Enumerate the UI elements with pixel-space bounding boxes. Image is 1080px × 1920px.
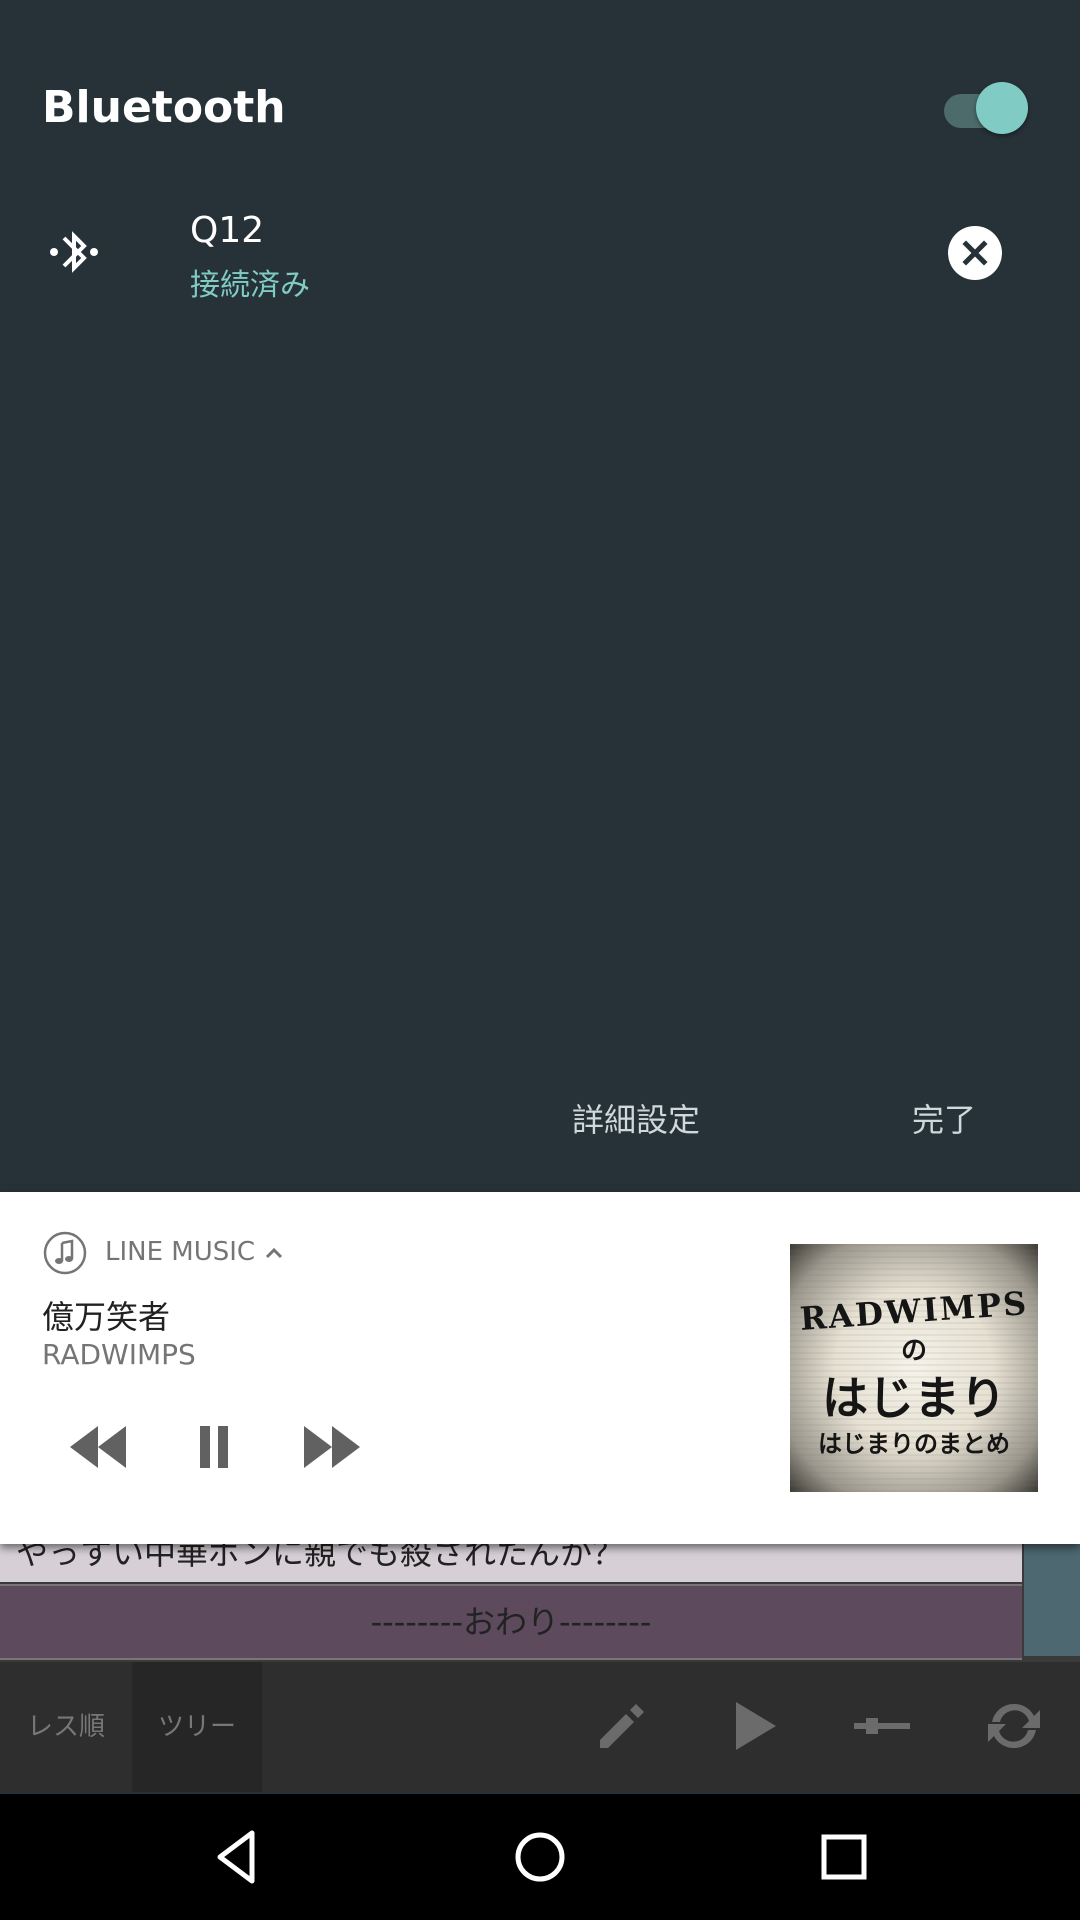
side-bar-indicator — [1024, 1542, 1080, 1656]
post-text: やっすい中華ボンに親でも殺されたんか？ — [16, 1542, 625, 1572]
tab-res-order[interactable]: レス順 — [0, 1662, 132, 1792]
slider-icon[interactable] — [850, 1694, 914, 1758]
back-icon[interactable] — [208, 1827, 268, 1887]
end-marker-row: --------おわり-------- — [0, 1584, 1022, 1660]
album-art-title: はじまり — [822, 1371, 1006, 1425]
play-icon[interactable] — [720, 1694, 784, 1758]
close-icon — [962, 240, 988, 266]
device-name: Q12 — [190, 210, 265, 251]
album-art: RADWIMPS の はじまり はじまりのまとめ — [790, 1244, 1038, 1492]
bluetooth-panel: Bluetooth Q12 接続済み 詳細設定 完了 — [0, 0, 1080, 1192]
done-button[interactable]: 完了 — [912, 1095, 976, 1141]
pencil-icon[interactable] — [588, 1694, 652, 1758]
navigation-bar — [0, 1794, 1080, 1920]
home-icon[interactable] — [510, 1827, 570, 1887]
media-notification[interactable]: LINE MUSIC 億万笑者 RADWIMPS RADWIMPS の はじまり… — [0, 1192, 1080, 1544]
post-text-row: やっすい中華ボンに親でも殺されたんか？ — [0, 1542, 1022, 1582]
recents-icon[interactable] — [814, 1827, 874, 1887]
bluetooth-toggle[interactable] — [944, 82, 1028, 136]
app-toolbar: レス順 ツリー — [0, 1662, 1080, 1792]
rewind-icon[interactable] — [62, 1414, 134, 1480]
refresh-icon[interactable] — [982, 1694, 1046, 1758]
panel-title: Bluetooth — [42, 82, 286, 133]
music-note-icon — [43, 1231, 87, 1275]
track-artist: RADWIMPS — [42, 1338, 196, 1371]
toggle-thumb — [976, 82, 1028, 134]
fast-forward-icon[interactable] — [296, 1414, 368, 1480]
pause-icon[interactable] — [178, 1414, 250, 1480]
tab-tree[interactable]: ツリー — [132, 1662, 262, 1792]
more-settings-button[interactable]: 詳細設定 — [572, 1095, 700, 1141]
end-marker-text: --------おわり-------- — [370, 1603, 652, 1641]
device-row-q12[interactable]: Q12 接続済み — [0, 200, 1080, 310]
disconnect-button[interactable] — [948, 226, 1002, 280]
chevron-up-icon[interactable] — [262, 1244, 286, 1262]
track-title: 億万笑者 — [42, 1298, 171, 1336]
album-art-subtitle: はじまりのまとめ — [818, 1429, 1010, 1458]
bluetooth-connected-icon — [50, 231, 98, 273]
device-status: 接続済み — [190, 268, 310, 303]
app-name: LINE MUSIC — [105, 1237, 256, 1267]
